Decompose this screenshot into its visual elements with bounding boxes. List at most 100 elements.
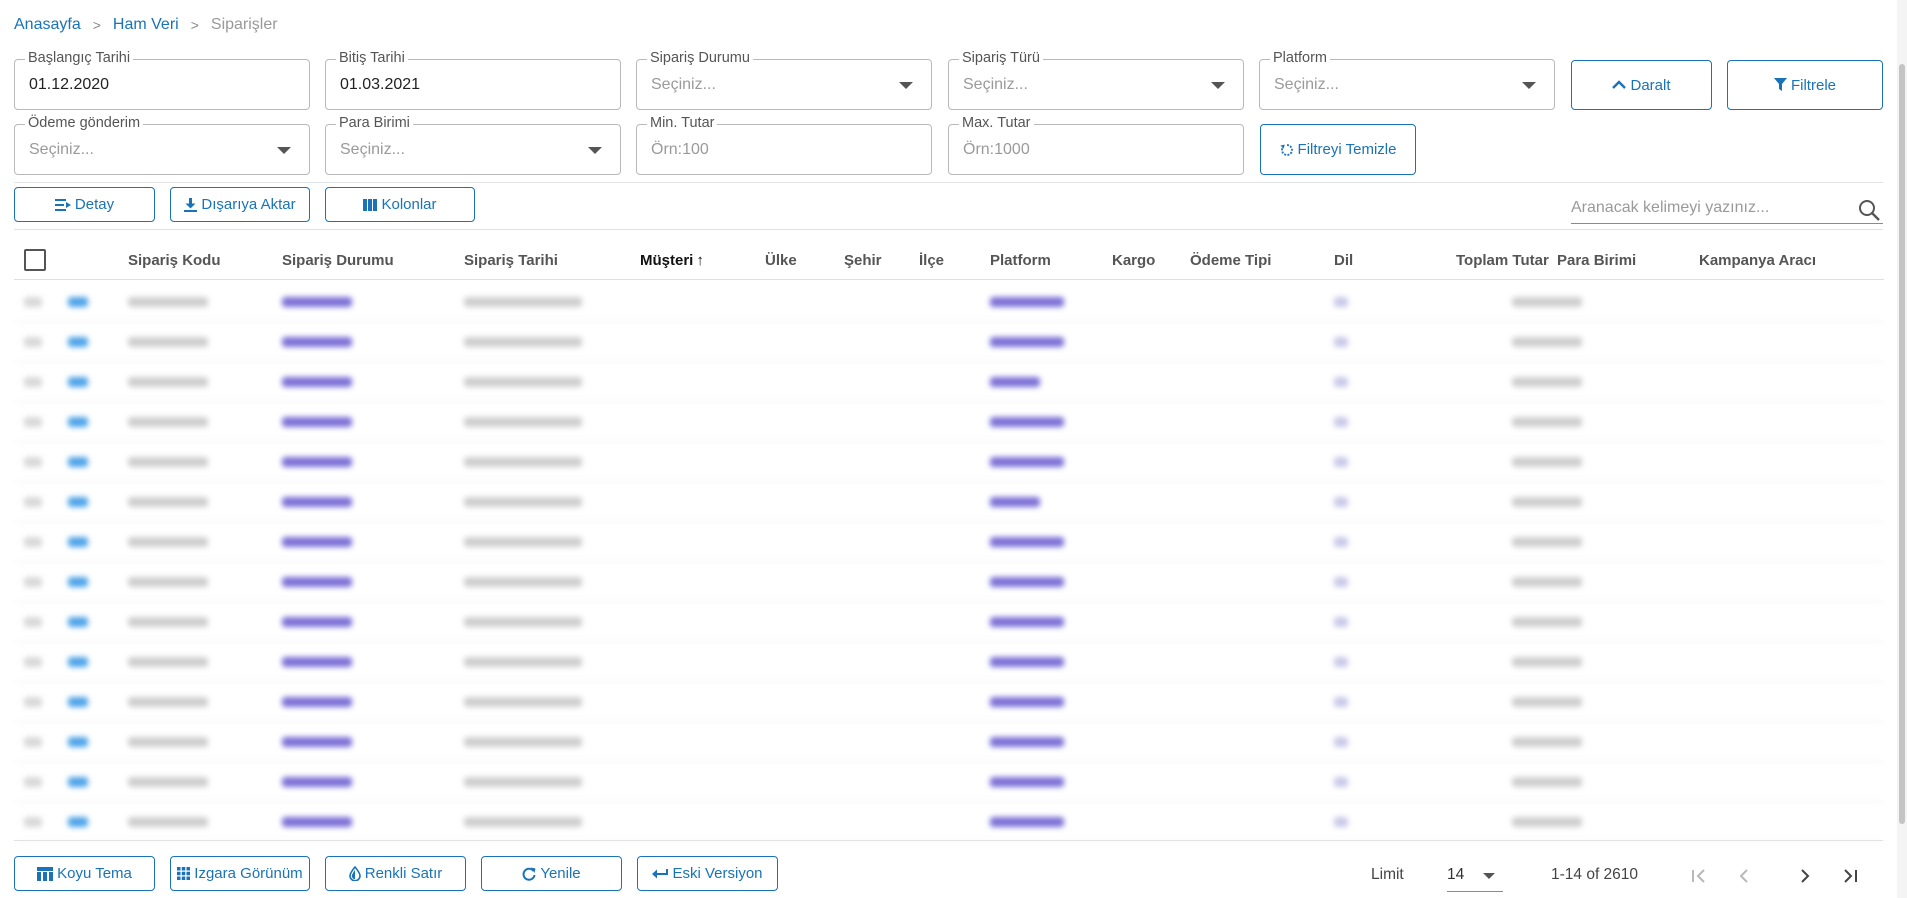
row-checkbox: [24, 457, 42, 467]
table-row[interactable]: [14, 762, 1884, 802]
breadcrumb-home-link[interactable]: Anasayfa: [14, 16, 81, 34]
language-cell: [1334, 417, 1348, 427]
column-header[interactable]: İlçe: [919, 252, 944, 269]
column-header[interactable]: Ülke: [765, 252, 797, 269]
detail-icon: [68, 537, 88, 547]
column-header[interactable]: Sipariş Durumu: [282, 252, 394, 269]
table-row[interactable]: [14, 282, 1884, 322]
column-header[interactable]: Kampanya Aracı: [1699, 252, 1816, 269]
detail-icon: [68, 577, 88, 587]
columns-label: Kolonlar: [381, 196, 437, 213]
total-amount-cell: [1512, 817, 1582, 827]
limit-label: Limit: [1371, 866, 1404, 883]
order-date-cell: [464, 457, 582, 467]
breadcrumb-section-link[interactable]: Ham Veri: [113, 16, 179, 34]
column-header[interactable]: Platform: [990, 252, 1051, 269]
next-page-icon[interactable]: [1791, 862, 1819, 890]
max-amount-input[interactable]: Max. Tutar Örn:1000: [948, 115, 1244, 175]
platform-cell: [990, 337, 1064, 347]
platform-cell: [990, 457, 1064, 467]
column-header[interactable]: Sipariş Tarihi: [464, 252, 558, 269]
table-row[interactable]: [14, 562, 1884, 602]
column-header[interactable]: Şehir: [844, 252, 882, 269]
dropdown-caret-icon: [899, 82, 913, 89]
columns-button[interactable]: Kolonlar: [325, 187, 475, 222]
column-header[interactable]: Dil: [1334, 252, 1353, 269]
platform-select[interactable]: Platform Seçiniz...: [1259, 50, 1555, 110]
scrollbar-thumb[interactable]: [1899, 64, 1905, 824]
search-icon[interactable]: [1857, 198, 1881, 222]
order-status-cell: [282, 577, 352, 587]
detail-icon: [68, 377, 88, 387]
min-amount-input[interactable]: Min. Tutar Örn:100: [636, 115, 932, 175]
table-row[interactable]: [14, 722, 1884, 762]
column-header-sorted[interactable]: Müşteri ↑: [640, 252, 704, 269]
order-status-select[interactable]: Sipariş Durumu Seçiniz...: [636, 50, 932, 110]
grid-view-button[interactable]: Izgara Görünüm: [170, 856, 310, 891]
old-version-button[interactable]: Eski Versiyon: [637, 856, 778, 891]
last-page-icon[interactable]: [1836, 862, 1864, 890]
export-label: Dışarıya Aktar: [201, 196, 296, 213]
collapse-button[interactable]: Daralt: [1571, 60, 1712, 110]
refresh-icon: [522, 867, 536, 881]
search-input[interactable]: [1571, 194, 1841, 222]
currency-select[interactable]: Para Birimi Seçiniz...: [325, 115, 621, 175]
order-date-cell: [464, 817, 582, 827]
total-amount-cell: [1512, 377, 1582, 387]
order-date-cell: [464, 737, 582, 747]
language-cell: [1334, 817, 1348, 827]
page-scrollbar[interactable]: [1897, 0, 1907, 898]
table-row[interactable]: [14, 402, 1884, 442]
detail-icon: [68, 457, 88, 467]
end-date-field[interactable]: Bitiş Tarihi 01.03.2021: [325, 50, 621, 110]
table-row[interactable]: [14, 482, 1884, 522]
footer-divider: [14, 840, 1883, 841]
first-page-icon[interactable]: [1685, 862, 1713, 890]
table-row[interactable]: [14, 322, 1884, 362]
refresh-label: Yenile: [540, 865, 581, 882]
refresh-button[interactable]: Yenile: [481, 856, 622, 891]
table-row[interactable]: [14, 602, 1884, 642]
search-box: [1571, 194, 1883, 224]
dropdown-caret-icon: [1211, 82, 1225, 89]
page-range: 1-14 of 2610: [1551, 866, 1639, 883]
limit-select[interactable]: 14: [1447, 860, 1503, 892]
table-row[interactable]: [14, 682, 1884, 722]
column-header[interactable]: Ödeme Tipi: [1190, 252, 1271, 269]
dropdown-caret-icon: [1483, 873, 1495, 879]
prev-page-icon[interactable]: [1730, 862, 1758, 890]
column-header[interactable]: Kargo: [1112, 252, 1155, 269]
table-row[interactable]: [14, 362, 1884, 402]
table-row[interactable]: [14, 442, 1884, 482]
order-type-select[interactable]: Sipariş Türü Seçiniz...: [948, 50, 1244, 110]
detail-icon: [68, 617, 88, 627]
order-date-cell: [464, 337, 582, 347]
table-row[interactable]: [14, 642, 1884, 682]
dark-theme-button[interactable]: Koyu Tema: [14, 856, 155, 891]
table-row[interactable]: [14, 802, 1884, 842]
colored-row-button[interactable]: Renkli Satır: [325, 856, 466, 891]
old-version-label: Eski Versiyon: [672, 865, 763, 882]
export-button[interactable]: Dışarıya Aktar: [170, 187, 310, 222]
detail-button[interactable]: Detay: [14, 187, 155, 222]
platform-cell: [990, 737, 1064, 747]
platform-cell: [990, 617, 1064, 627]
total-amount-cell: [1512, 457, 1582, 467]
column-header[interactable]: Para Birimi: [1557, 252, 1636, 269]
row-checkbox: [24, 737, 42, 747]
total-amount-cell: [1512, 417, 1582, 427]
language-cell: [1334, 537, 1348, 547]
select-all-checkbox[interactable]: [24, 249, 46, 271]
start-date-field[interactable]: Başlangıç Tarihi 01.12.2020: [14, 50, 310, 110]
clear-filter-button[interactable]: Filtreyi Temizle: [1260, 124, 1416, 175]
table-row[interactable]: [14, 522, 1884, 562]
payment-select[interactable]: Ödeme gönderim Seçiniz...: [14, 115, 310, 175]
total-amount-cell: [1512, 537, 1582, 547]
column-header[interactable]: Sipariş Kodu: [128, 252, 221, 269]
order-status-cell: [282, 777, 352, 787]
detail-icon: [68, 417, 88, 427]
column-header[interactable]: Toplam Tutar: [1456, 252, 1549, 269]
filter-button[interactable]: Filtrele: [1727, 60, 1883, 110]
table-header: Sipariş Kodu Sipariş Durumu Sipariş Tari…: [14, 242, 1884, 280]
order-date-cell: [464, 577, 582, 587]
